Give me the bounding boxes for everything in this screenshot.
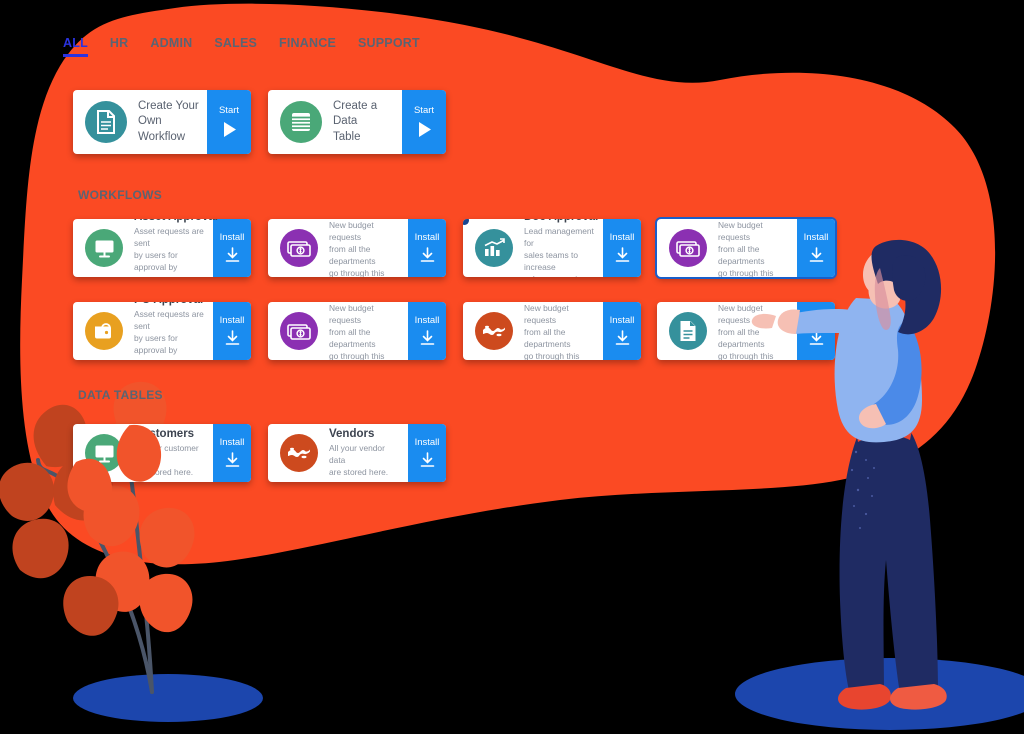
nav-tab-admin[interactable]: ADMIN	[150, 36, 192, 58]
nav-tab-all[interactable]: ALL	[63, 36, 88, 58]
trousers	[839, 428, 938, 694]
nav-tab-support[interactable]: SUPPORT	[358, 36, 420, 58]
woman-pointing-illustration	[751, 239, 947, 710]
nav-tab-sales[interactable]: SALES	[214, 36, 257, 58]
shoe-right	[890, 684, 947, 710]
finger	[751, 313, 776, 329]
app-stage: ALL HR ADMIN SALES FINANCE SUPPORT Creat…	[0, 0, 1024, 734]
nav-tab-finance[interactable]: FINANCE	[279, 36, 336, 58]
category-nav: ALL HR ADMIN SALES FINANCE SUPPORT	[63, 36, 420, 58]
nav-tab-hr[interactable]: HR	[110, 36, 128, 58]
shoe-left	[838, 684, 891, 710]
arm-raised	[790, 308, 862, 334]
